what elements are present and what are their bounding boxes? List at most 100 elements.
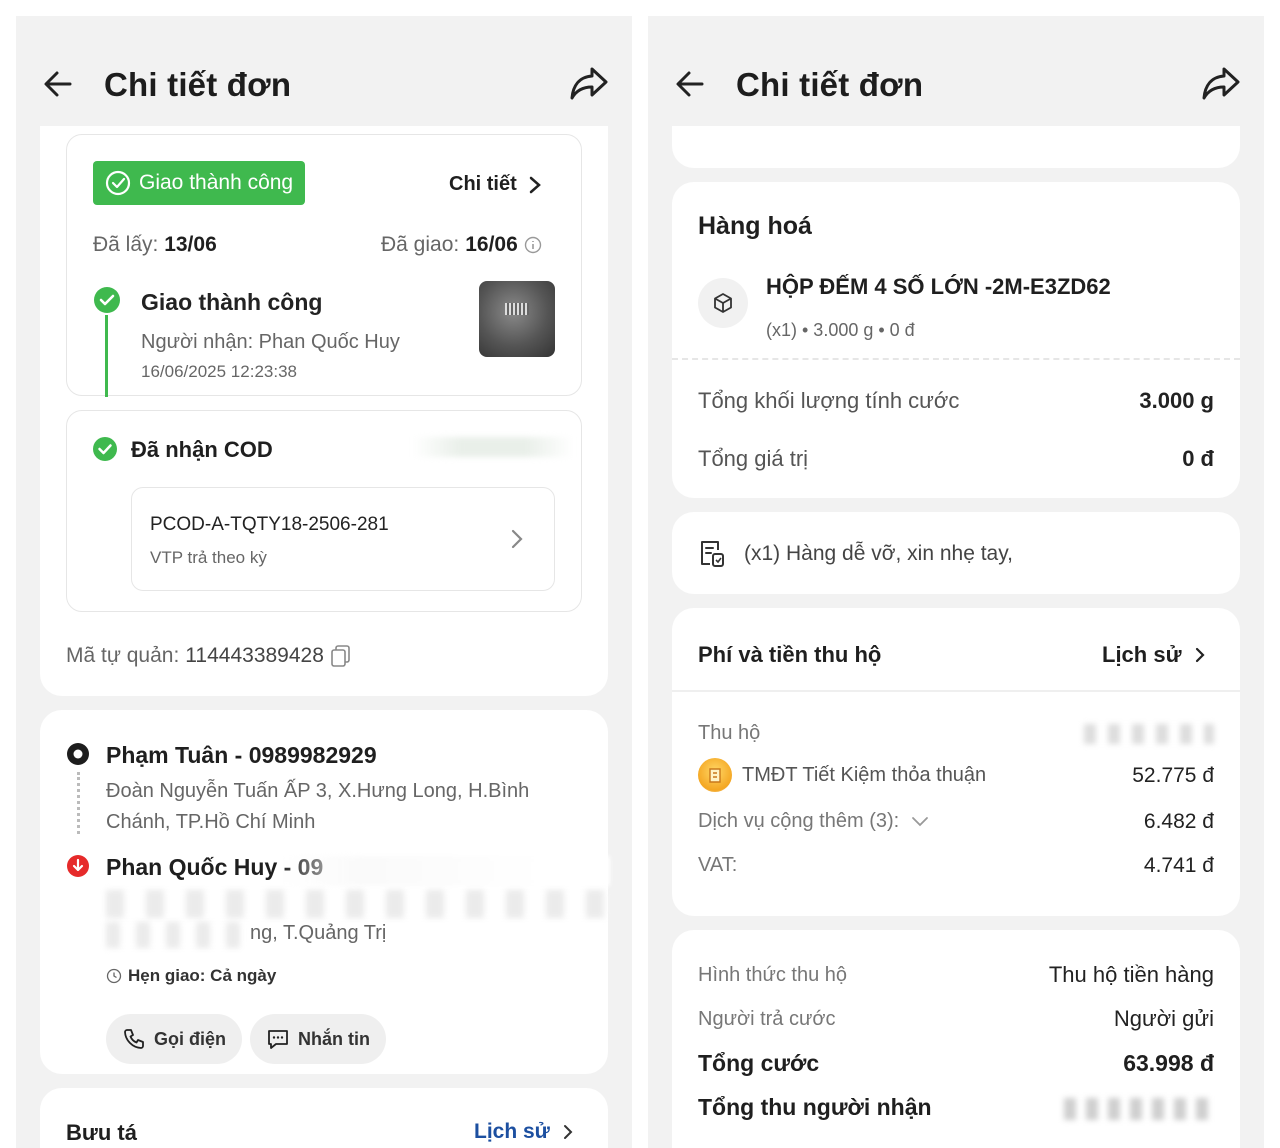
clock-icon bbox=[106, 968, 122, 984]
total-fee-value: 63.998 đ bbox=[1123, 1050, 1214, 1076]
fees-card: Phí và tiền thu hộ Lịch sử Thu hộ TMĐT T… bbox=[672, 608, 1240, 916]
page-title: Chi tiết đơn bbox=[736, 66, 924, 103]
note-icon bbox=[701, 541, 724, 567]
receiver-pin-icon bbox=[67, 855, 89, 877]
receiver-address-line-2: ng, T.Quảng Trị bbox=[250, 922, 387, 944]
app-header: Chi tiết đơn bbox=[16, 16, 632, 126]
route-card: Phạm Tuân - 0989982929 Đoàn Nguyễn Tuấn … bbox=[40, 710, 610, 1074]
goods-item-name: HỘP ĐẾM 4 SỐ LỚN -2M-E3ZD62 bbox=[766, 274, 1111, 299]
postman-card: Bưu tá Lịch sử bbox=[40, 1088, 608, 1148]
status-card: Giao thành công Chi tiết Đã lấy: 13/06 Đ… bbox=[40, 126, 608, 696]
picked-label: Đã lấy: bbox=[93, 233, 159, 256]
arrow-left-icon bbox=[676, 71, 704, 97]
fee-payer-value: Người gửi bbox=[1113, 1006, 1214, 1031]
check-circle-icon bbox=[105, 170, 131, 196]
call-button-label: Gọi điện bbox=[154, 1028, 226, 1049]
cod-box: Đã nhận COD PCOD-A-TQTY18-2506-281 VTP t… bbox=[66, 410, 582, 612]
summary-card: Hình thức thu hộ Thu hộ tiền hàng Người … bbox=[672, 930, 1240, 1148]
delivered-label: Đã giao: bbox=[381, 233, 460, 256]
package-icon bbox=[698, 278, 748, 328]
info-icon[interactable] bbox=[524, 236, 542, 254]
goods-divider bbox=[672, 358, 1240, 360]
timeline-check-icon bbox=[94, 287, 120, 313]
picked-info: Đã lấy: 13/06 bbox=[93, 233, 217, 257]
sender-name: Phạm Tuân - 0989982929 bbox=[106, 742, 377, 768]
timeline-line bbox=[105, 315, 108, 397]
receiver-redaction bbox=[280, 856, 610, 886]
sender-pin-icon bbox=[67, 743, 89, 765]
chat-icon bbox=[268, 1030, 288, 1049]
extra-services-value: 6.482 đ bbox=[1143, 810, 1214, 833]
self-code-row: Mã tự quản: 114443389428 bbox=[66, 644, 352, 668]
total-value-label: Tổng giá trị bbox=[698, 446, 809, 471]
weight-label: Tổng khối lượng tính cước bbox=[698, 388, 960, 413]
note-text: (x1) Hàng dễ vỡ, xin nhẹ tay, bbox=[744, 542, 1014, 565]
back-button[interactable] bbox=[672, 64, 712, 104]
message-button[interactable]: Nhắn tin bbox=[250, 1014, 386, 1064]
phone-icon bbox=[124, 1029, 144, 1049]
fees-history-link[interactable]: Lịch sử bbox=[1102, 642, 1206, 668]
route-connector bbox=[77, 772, 80, 834]
collect-method-label: Hình thức thu hộ bbox=[698, 964, 848, 986]
cod-code: PCOD-A-TQTY18-2506-281 bbox=[150, 514, 389, 535]
chevron-right-icon bbox=[511, 529, 523, 549]
note-card: (x1) Hàng dễ vỡ, xin nhẹ tay, bbox=[672, 512, 1240, 594]
total-value-value: 0 đ bbox=[1182, 446, 1214, 471]
page-title: Chi tiết đơn bbox=[104, 66, 292, 103]
detail-link-label: Chi tiết bbox=[449, 173, 517, 195]
share-button[interactable] bbox=[568, 62, 610, 104]
fees-title: Phí và tiền thu hộ bbox=[698, 642, 882, 667]
delivered-info: Đã giao: 16/06 bbox=[381, 233, 542, 257]
goods-title: Hàng hoá bbox=[698, 212, 812, 240]
cod-subtitle: VTP trả theo kỳ bbox=[150, 548, 267, 567]
postman-history-label: Lịch sử bbox=[474, 1120, 550, 1143]
chevron-right-icon bbox=[1195, 647, 1205, 663]
sender-address-line-1: Đoàn Nguyễn Tuấn ẤP 3, X.Hưng Long, H.Bì… bbox=[106, 780, 530, 802]
back-button[interactable] bbox=[40, 64, 80, 104]
cod-amount-redacted bbox=[413, 437, 573, 457]
cod-label: Thu hộ bbox=[698, 722, 761, 744]
delivered-date: 16/06 bbox=[465, 233, 518, 256]
message-button-label: Nhắn tin bbox=[298, 1028, 370, 1049]
timeline-title: Giao thành công bbox=[141, 289, 323, 315]
picked-date: 13/06 bbox=[164, 233, 217, 256]
sender-address-line-2: Chánh, TP.Hồ Chí Minh bbox=[106, 811, 316, 833]
chevron-down-icon bbox=[912, 816, 929, 826]
cod-statement-box[interactable]: PCOD-A-TQTY18-2506-281 VTP trả theo kỳ bbox=[131, 487, 555, 591]
vat-value: 4.741 đ bbox=[1143, 854, 1214, 877]
status-badge-label: Giao thành công bbox=[139, 171, 294, 194]
delivery-status-box: Giao thành công Chi tiết Đã lấy: 13/06 Đ… bbox=[66, 134, 582, 397]
cod-title: Đã nhận COD bbox=[131, 437, 273, 462]
receiver-line: Người nhận: Phan Quốc Huy bbox=[141, 331, 400, 353]
service-label: TMĐT Tiết Kiệm thỏa thuận bbox=[742, 764, 987, 786]
share-button[interactable] bbox=[1200, 62, 1242, 104]
extra-services-toggle[interactable]: Dịch vụ cộng thêm (3): bbox=[698, 810, 929, 833]
share-icon bbox=[570, 67, 608, 100]
detail-link[interactable]: Chi tiết bbox=[449, 173, 543, 196]
self-code-value: 114443389428 bbox=[185, 644, 324, 667]
goods-card: Hàng hoá HỘP ĐẾM 4 SỐ LỚN -2M-E3ZD62 (x1… bbox=[672, 182, 1240, 498]
call-button[interactable]: Gọi điện bbox=[106, 1014, 242, 1064]
fees-history-label: Lịch sử bbox=[1102, 642, 1182, 667]
previous-card-bottom bbox=[672, 126, 1240, 168]
self-code-label: Mã tự quản: bbox=[66, 644, 180, 667]
goods-item-meta: (x1) • 3.000 g • 0 đ bbox=[766, 320, 915, 340]
proof-photo[interactable] bbox=[479, 281, 555, 357]
fee-payer-label: Người trả cước bbox=[698, 1008, 836, 1030]
total-collect-redacted bbox=[1064, 1098, 1214, 1120]
service-badge-icon bbox=[698, 758, 732, 792]
total-collect-label: Tổng thu người nhận bbox=[698, 1094, 932, 1120]
chevron-right-icon bbox=[529, 176, 541, 193]
postman-history-link[interactable]: Lịch sử bbox=[474, 1120, 574, 1144]
order-detail-screen-left: Chi tiết đơn Giao thành công Chi tiết Đã… bbox=[16, 16, 632, 1148]
delivery-timestamp: 16/06/2025 12:23:38 bbox=[141, 362, 297, 381]
receiver-address-redacted-2 bbox=[106, 922, 246, 948]
extra-services-label: Dịch vụ cộng thêm (3): bbox=[698, 810, 900, 832]
appointment-row: Hẹn giao: Cả ngày bbox=[106, 966, 276, 986]
chevron-right-icon bbox=[563, 1125, 573, 1139]
service-value: 52.775 đ bbox=[1132, 764, 1214, 787]
copy-icon[interactable] bbox=[330, 644, 352, 668]
vat-label: VAT: bbox=[698, 854, 738, 876]
collect-method-value: Thu hộ tiền hàng bbox=[1048, 962, 1214, 987]
total-fee-label: Tổng cước bbox=[698, 1050, 820, 1076]
